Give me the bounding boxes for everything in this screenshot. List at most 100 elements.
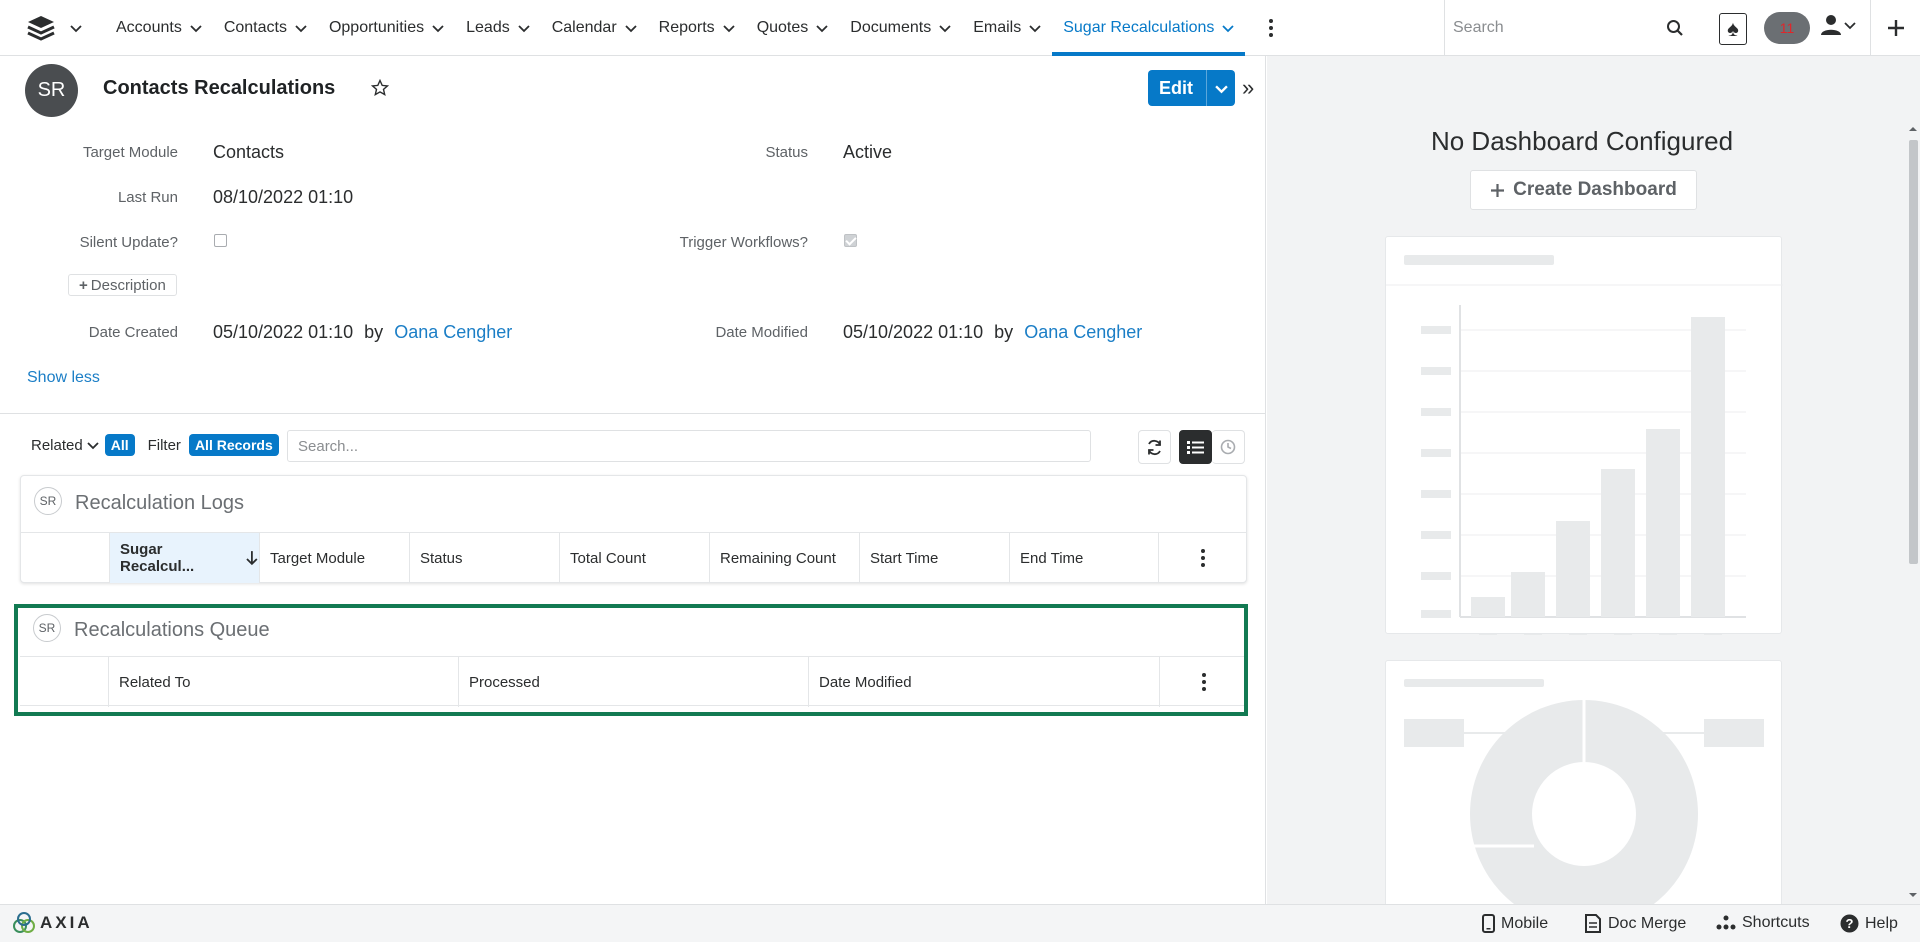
toggle-sidebar-double-chevron-icon[interactable]: » bbox=[1242, 75, 1254, 101]
edit-actions-dropdown[interactable] bbox=[1206, 70, 1235, 106]
chevron-down-icon[interactable] bbox=[1222, 22, 1235, 34]
nav-tab-opportunities[interactable]: Opportunities bbox=[318, 0, 455, 56]
search-icon[interactable] bbox=[1666, 19, 1684, 37]
activity-stream-button[interactable] bbox=[1212, 430, 1245, 464]
chevron-down-icon[interactable] bbox=[939, 22, 951, 34]
date-created-user-link[interactable]: Oana Cengher bbox=[394, 322, 512, 342]
last-run-value[interactable]: 08/10/2022 01:10 bbox=[213, 187, 353, 208]
column-header-label: Remaining Count bbox=[720, 549, 836, 567]
date-modified-value: 05/10/2022 01:10 bbox=[843, 322, 984, 342]
target-module-label: Target Module bbox=[82, 144, 178, 161]
chevron-down-icon bbox=[87, 442, 99, 450]
nav-tab-label: Contacts bbox=[223, 18, 287, 36]
mobile-phone-icon bbox=[1482, 914, 1495, 933]
chevron-down-icon[interactable] bbox=[1029, 22, 1041, 34]
scrollbar-thumb[interactable] bbox=[1909, 140, 1918, 564]
related-all-pill[interactable]: All bbox=[104, 434, 135, 456]
filter-label: Filter bbox=[147, 436, 181, 454]
footer-bar: AXIA Mobile Doc Merge Shortcuts ? Help bbox=[0, 904, 1920, 942]
scroll-up-arrow-icon[interactable] bbox=[1906, 124, 1920, 134]
nav-tab-sugar-recalculations[interactable]: Sugar Recalculations bbox=[1052, 0, 1246, 56]
global-search-input[interactable] bbox=[1453, 19, 1666, 37]
scroll-down-arrow-icon[interactable] bbox=[1906, 890, 1920, 900]
related-toolbar: Related All Filter All Records bbox=[31, 434, 279, 456]
dashboard-sidebar: No Dashboard Configured Create Dashboard bbox=[1267, 56, 1920, 920]
column-header-remaining-count[interactable]: Remaining Count bbox=[709, 533, 859, 583]
column-header-label: Target Module bbox=[270, 549, 366, 567]
doc-merge-link[interactable]: Doc Merge bbox=[1584, 914, 1686, 933]
nav-tab-reports[interactable]: Reports bbox=[648, 0, 746, 56]
refresh-button[interactable] bbox=[1138, 430, 1171, 464]
related-search-input[interactable] bbox=[287, 430, 1091, 462]
chevron-down-icon bbox=[1214, 84, 1228, 93]
silent-update-checkbox[interactable] bbox=[214, 234, 227, 247]
nav-tab-calendar[interactable]: Calendar bbox=[541, 0, 648, 56]
nav-tab-documents[interactable]: Documents bbox=[839, 0, 962, 56]
quick-create-plus-icon[interactable] bbox=[1870, 0, 1920, 56]
silent-update-label: Silent Update? bbox=[79, 234, 178, 251]
spade-app-icon[interactable]: ♠ bbox=[1719, 13, 1747, 45]
create-dashboard-button[interactable]: Create Dashboard bbox=[1470, 170, 1697, 210]
sort-descending-arrow-icon bbox=[246, 551, 258, 566]
nav-tab-emails[interactable]: Emails bbox=[962, 0, 1052, 56]
footer-shortcuts-label: Shortcuts bbox=[1742, 914, 1810, 931]
show-less-link[interactable]: Show less bbox=[27, 369, 100, 387]
column-options-kebab-icon[interactable] bbox=[1158, 533, 1246, 583]
column-header-sugar-recalculation[interactable]: Sugar Recalcul... bbox=[109, 533, 259, 583]
chevron-down-icon[interactable] bbox=[295, 22, 307, 34]
add-description-button[interactable]: + Description bbox=[68, 274, 177, 296]
nav-tab-label: Calendar bbox=[551, 18, 617, 36]
help-link[interactable]: ? Help bbox=[1840, 914, 1898, 933]
status-value[interactable]: Active bbox=[843, 142, 892, 163]
date-modified-field: 05/10/2022 01:10 by Oana Cengher bbox=[843, 322, 1142, 343]
chevron-down-icon[interactable] bbox=[625, 22, 637, 34]
chevron-down-icon[interactable] bbox=[723, 22, 735, 34]
trigger-workflows-checkbox[interactable] bbox=[844, 234, 857, 247]
no-dashboard-title: No Dashboard Configured bbox=[1430, 126, 1734, 156]
subpanel-column-headers: Sugar Recalcul... Target Module Status T… bbox=[21, 532, 1246, 583]
shortcuts-link[interactable]: Shortcuts bbox=[1716, 914, 1810, 932]
edit-button[interactable]: Edit bbox=[1148, 70, 1235, 106]
nav-tab-leads[interactable]: Leads bbox=[455, 0, 541, 56]
chevron-down-icon bbox=[1844, 22, 1856, 30]
column-header-end-time[interactable]: End Time bbox=[1009, 533, 1159, 583]
chevron-down-icon[interactable] bbox=[190, 22, 202, 34]
related-dropdown[interactable]: Related bbox=[31, 437, 99, 454]
chevron-down-icon[interactable] bbox=[432, 22, 444, 34]
column-header-target-module[interactable]: Target Module bbox=[259, 533, 409, 583]
chevron-down-icon bbox=[70, 24, 82, 32]
help-question-icon: ? bbox=[1840, 914, 1859, 933]
mobile-link[interactable]: Mobile bbox=[1482, 914, 1548, 933]
column-header-total-count[interactable]: Total Count bbox=[559, 533, 709, 583]
create-dashboard-label: Create Dashboard bbox=[1513, 179, 1677, 200]
placeholder-donut-chart-card bbox=[1385, 660, 1782, 920]
dashboard-scrollbar[interactable] bbox=[1906, 120, 1920, 904]
plus-icon bbox=[1491, 183, 1505, 197]
notifications-badge[interactable]: 11 bbox=[1764, 12, 1810, 44]
nav-tab-accounts[interactable]: Accounts bbox=[105, 0, 213, 56]
app-logo-menu[interactable] bbox=[0, 0, 100, 56]
top-navigation-bar: Accounts Contacts Opportunities Leads Ca… bbox=[0, 0, 1920, 56]
nav-tab-label: Sugar Recalculations bbox=[1063, 18, 1215, 36]
user-icon bbox=[1821, 15, 1841, 35]
filter-all-records-pill[interactable]: All Records bbox=[188, 434, 279, 456]
favorite-star-icon[interactable] bbox=[371, 79, 389, 97]
column-header-label: End Time bbox=[1020, 549, 1084, 567]
subpanel-title[interactable]: Recalculation Logs bbox=[75, 492, 244, 515]
nav-tab-label: Leads bbox=[466, 18, 510, 36]
date-modified-user-link[interactable]: Oana Cengher bbox=[1024, 322, 1142, 342]
nav-tab-contacts[interactable]: Contacts bbox=[213, 0, 318, 56]
record-avatar: SR bbox=[25, 64, 78, 117]
nav-tab-quotes[interactable]: Quotes bbox=[746, 0, 840, 56]
column-header-start-time[interactable]: Start Time bbox=[859, 533, 1009, 583]
more-tabs-kebab-icon[interactable] bbox=[1251, 18, 1291, 37]
layers-logo-icon bbox=[27, 15, 55, 41]
chevron-down-icon[interactable] bbox=[518, 22, 530, 34]
chevron-down-icon[interactable] bbox=[816, 22, 828, 34]
user-menu[interactable] bbox=[1820, 14, 1856, 36]
column-header-status[interactable]: Status bbox=[409, 533, 559, 583]
related-label: Related bbox=[31, 436, 83, 454]
target-module-value[interactable]: Contacts bbox=[213, 142, 284, 163]
list-view-button[interactable] bbox=[1179, 430, 1212, 464]
highlight-outline bbox=[14, 604, 1248, 716]
